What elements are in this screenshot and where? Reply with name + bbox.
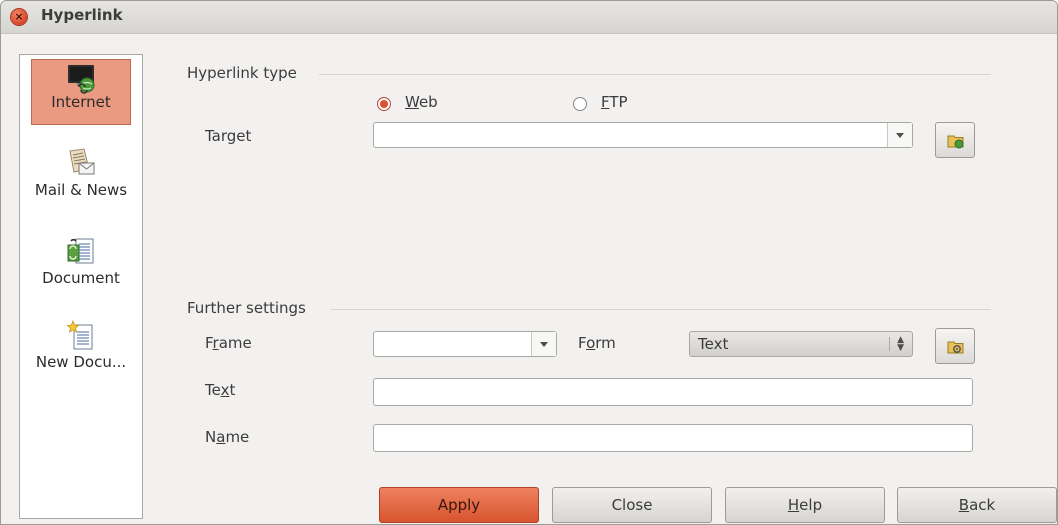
sidebar-item-new-document[interactable]: New Docu... [20, 319, 142, 371]
text-label: Text [205, 381, 236, 399]
further-settings-heading: Further settings [187, 299, 306, 317]
sidebar-item-label: Document [42, 269, 120, 287]
globe-computer-icon [68, 65, 95, 94]
form-select-separator [889, 337, 890, 351]
target-dropdown-button[interactable] [887, 123, 912, 147]
frame-combobox[interactable] [373, 331, 557, 357]
close-window-icon[interactable]: × [11, 9, 27, 25]
form-label: Form [578, 334, 616, 352]
frame-dropdown-button[interactable] [531, 332, 556, 356]
web-radio-label[interactable]: Web [405, 93, 438, 111]
section-divider [319, 74, 991, 75]
apply-button[interactable]: Apply [379, 487, 539, 523]
back-button[interactable]: Back [897, 487, 1057, 523]
ftp-radio-label[interactable]: FTP [601, 93, 628, 111]
text-field[interactable] [373, 378, 973, 406]
name-field[interactable] [373, 424, 973, 452]
up-down-arrows-icon: ▲ ▼ [897, 335, 904, 353]
document-link-icon [67, 238, 94, 264]
sidebar-item-mail-news[interactable]: Mail & News [20, 147, 142, 199]
target-label: Target [205, 127, 252, 145]
web-radio[interactable] [377, 97, 391, 111]
events-button[interactable] [935, 328, 975, 364]
hyperlink-type-sidebar: Internet Mail & News Document New Docu..… [19, 54, 143, 519]
chevron-down-icon [896, 133, 904, 138]
frame-label: Frame [205, 334, 252, 352]
open-file-button[interactable] [935, 122, 975, 158]
section-divider [331, 309, 991, 310]
dialog-title: Hyperlink [41, 6, 123, 24]
close-button[interactable]: Close [552, 487, 712, 523]
macro-events-icon [947, 341, 964, 354]
ftp-radio[interactable] [573, 97, 587, 111]
sidebar-item-label: Internet [51, 93, 111, 111]
hyperlink-dialog: × Hyperlink Internet Mail & News Documen… [0, 0, 1058, 525]
chevron-down-icon [540, 342, 548, 347]
target-combobox[interactable] [373, 122, 913, 148]
form-value: Text [698, 335, 729, 353]
sidebar-item-label: Mail & News [34, 181, 128, 199]
open-folder-icon [947, 135, 964, 149]
title-bar: × Hyperlink [1, 1, 1057, 34]
name-label: Name [205, 428, 250, 446]
sidebar-item-document[interactable]: Document [20, 235, 142, 287]
hyperlink-type-heading: Hyperlink type [187, 64, 297, 82]
mail-envelope-icon [69, 148, 95, 175]
form-select[interactable]: Text ▲ ▼ [689, 331, 913, 357]
sidebar-item-label: New Docu... [35, 353, 127, 371]
sidebar-item-internet[interactable]: Internet [31, 59, 131, 125]
help-button[interactable]: Help [725, 487, 885, 523]
new-document-icon [66, 319, 93, 350]
